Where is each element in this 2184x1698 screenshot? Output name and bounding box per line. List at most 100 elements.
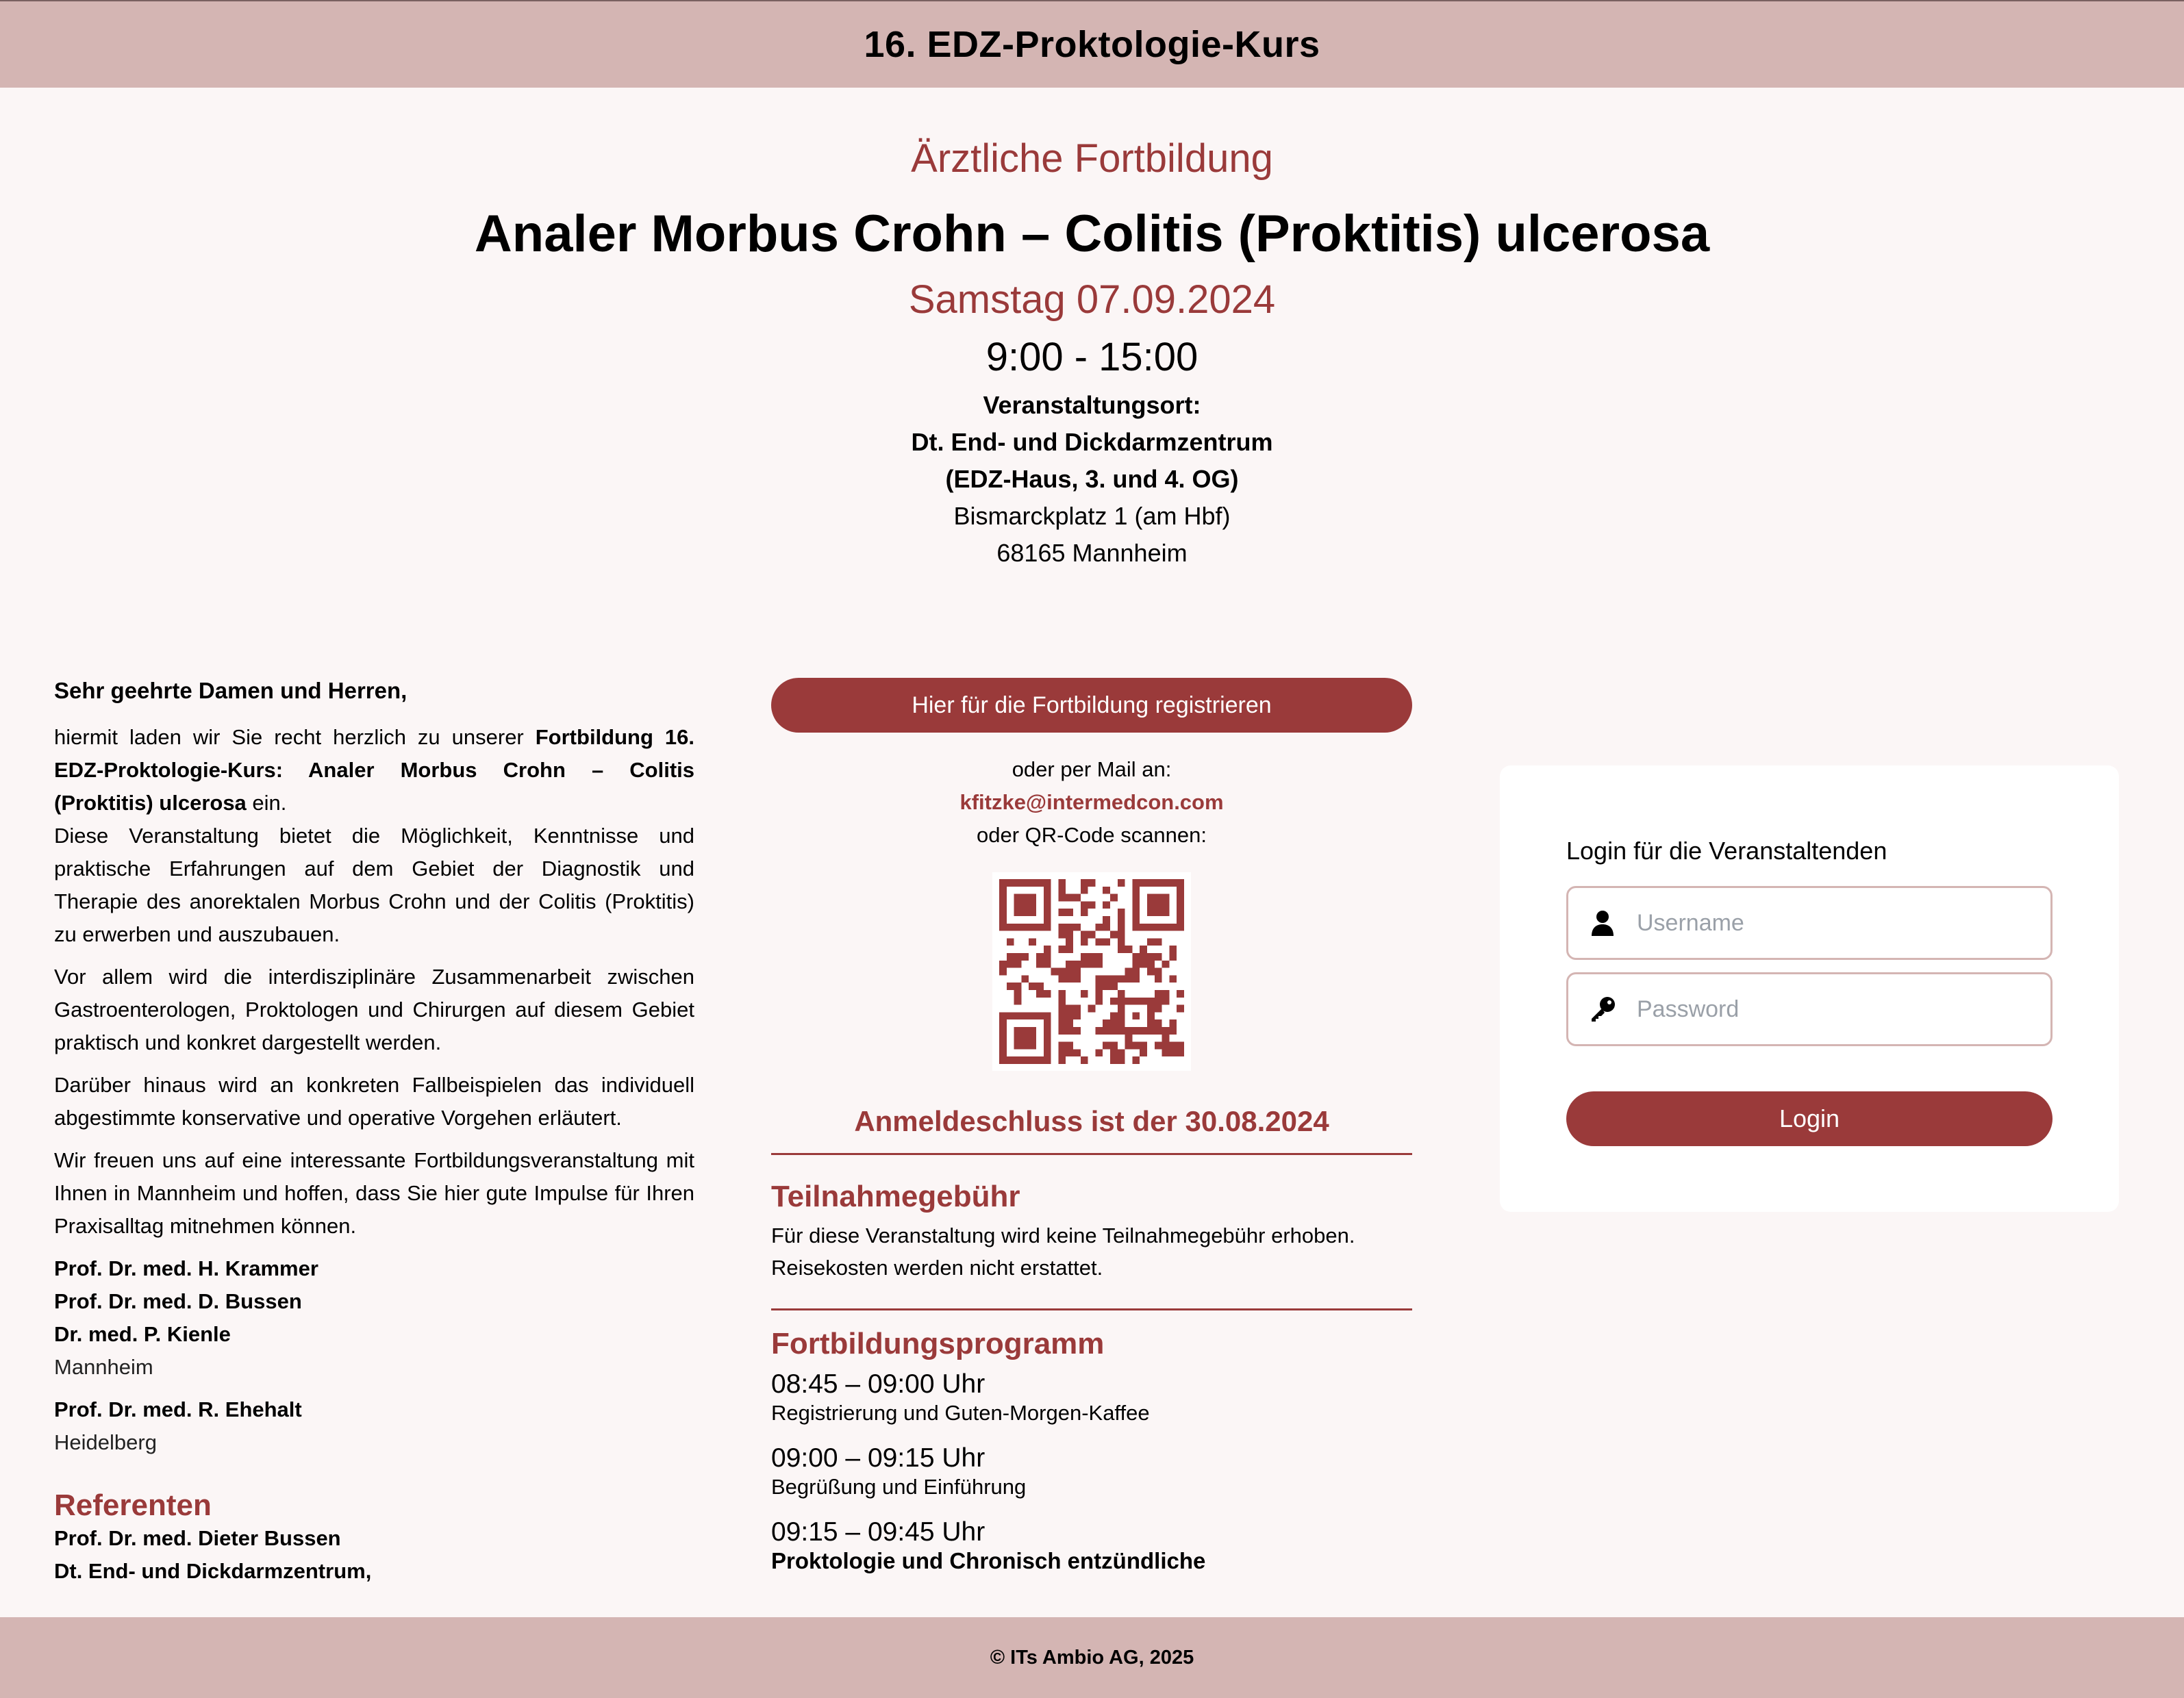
qr-module	[1058, 1019, 1066, 1027]
qr-module	[1014, 953, 1022, 961]
qr-prefix: oder QR-Code scannen:	[976, 823, 1207, 847]
qr-module	[1140, 960, 1147, 968]
qr-module	[1014, 909, 1022, 916]
qr-module	[1066, 946, 1073, 953]
qr-module	[1014, 1027, 1022, 1035]
qr-module	[1043, 1034, 1051, 1042]
qr-module	[999, 967, 1007, 976]
qr-module	[1147, 901, 1155, 909]
qr-module	[1177, 916, 1184, 924]
qr-module	[1073, 1027, 1081, 1035]
slot-description: Proktologie und Chronisch entzündliche	[771, 1548, 1206, 1573]
qr-module	[1029, 909, 1036, 916]
qr-module	[1162, 1027, 1170, 1035]
qr-module	[1058, 930, 1066, 939]
qr-module	[1117, 923, 1125, 931]
password-input[interactable]	[1637, 996, 2020, 1023]
qr-module	[1014, 997, 1022, 1005]
qr-module	[1066, 1004, 1073, 1013]
qr-module	[1169, 946, 1177, 953]
letter-p1-end: ein.	[246, 791, 287, 815]
qr-module	[1043, 990, 1051, 998]
qr-module	[1125, 1027, 1133, 1035]
qr-module	[1080, 879, 1088, 887]
qr-module	[1117, 1012, 1125, 1020]
qr-module	[1073, 1049, 1081, 1057]
qr-module	[1043, 916, 1051, 924]
qr-module	[1058, 894, 1066, 902]
qr-module	[1073, 894, 1081, 902]
qr-module	[1095, 975, 1103, 983]
qr-module	[1029, 1012, 1036, 1020]
fee-text: Für diese Veranstaltung wird keine Teiln…	[771, 1219, 1412, 1284]
qr-module	[1162, 879, 1170, 887]
qr-module	[1132, 916, 1140, 924]
qr-module	[1154, 1019, 1162, 1027]
qr-module	[1073, 967, 1081, 976]
qr-module	[1058, 967, 1066, 976]
qr-module	[1103, 886, 1110, 894]
signer-city: Mannheim	[54, 1355, 153, 1379]
qr-module	[1021, 1034, 1029, 1042]
event-title: Analer Morbus Crohn – Colitis (Proktitis…	[474, 205, 1710, 263]
qr-module	[1177, 901, 1184, 909]
qr-module	[1029, 923, 1036, 931]
event-kicker: Ärztliche Fortbildung	[911, 136, 1273, 181]
qr-module	[1036, 960, 1044, 968]
qr-module	[1088, 879, 1096, 887]
qr-module	[1058, 1056, 1066, 1064]
qr-module	[1147, 1027, 1155, 1035]
qr-module	[1095, 953, 1103, 961]
email-link[interactable]: kfitzke@intermedcon.com	[771, 786, 1412, 819]
qr-module	[1006, 938, 1014, 946]
qr-module	[1177, 894, 1184, 902]
register-button[interactable]: Hier für die Fortbildung registrieren	[771, 678, 1412, 733]
qr-module	[1043, 886, 1051, 894]
qr-module	[1043, 953, 1051, 961]
qr-module	[1080, 1056, 1088, 1064]
qr-module	[1014, 923, 1022, 931]
qr-module	[1117, 1019, 1125, 1027]
qr-module	[1154, 975, 1162, 983]
qr-module	[1058, 909, 1066, 916]
login-card: Login für die Veranstaltenden Login	[1500, 765, 2119, 1212]
qr-module	[1132, 879, 1140, 887]
qr-module	[1073, 1012, 1081, 1020]
registration-deadline: Anmeldeschluss ist der 30.08.2024	[854, 1105, 1329, 1137]
key-icon	[1568, 996, 1637, 1023]
username-input[interactable]	[1637, 909, 2020, 937]
qr-module	[1021, 923, 1029, 931]
qr-module	[1103, 975, 1110, 983]
qr-module	[1088, 930, 1096, 939]
password-field[interactable]	[1566, 972, 2053, 1046]
qr-module	[1029, 983, 1036, 990]
qr-module	[1088, 901, 1096, 909]
qr-module	[1169, 975, 1177, 983]
login-button[interactable]: Login	[1566, 1091, 2053, 1146]
qr-module	[1029, 1041, 1036, 1050]
qr-module	[1117, 930, 1125, 939]
qr-module	[1080, 953, 1088, 961]
qr-module	[1043, 1041, 1051, 1050]
qr-module	[1140, 923, 1147, 931]
qr-module	[1177, 923, 1184, 931]
signer-name: Prof. Dr. med. R. Ehehalt	[54, 1397, 302, 1421]
qr-module	[1043, 894, 1051, 902]
qr-module	[1066, 1049, 1073, 1057]
qr-code-icon	[999, 879, 1184, 1064]
qr-module	[1043, 1012, 1051, 1020]
qr-module	[1154, 909, 1162, 916]
qr-module	[1006, 879, 1014, 887]
qr-module	[1154, 990, 1162, 998]
letter-paragraph-4: Darüber hinaus wird an konkreten Fallbei…	[54, 1073, 694, 1130]
letter-paragraph-1: hiermit laden wir Sie recht herzlich zu …	[54, 721, 694, 820]
username-field[interactable]	[1566, 886, 2053, 960]
qr-module	[1140, 953, 1147, 961]
qr-module	[1177, 990, 1184, 998]
qr-module	[999, 916, 1007, 924]
qr-module	[1169, 1019, 1177, 1027]
qr-module	[1132, 1041, 1140, 1050]
letter-paragraph-3: Vor allem wird die interdisziplinäre Zus…	[54, 965, 694, 1054]
qr-module	[1177, 1004, 1184, 1013]
qr-module	[1043, 901, 1051, 909]
